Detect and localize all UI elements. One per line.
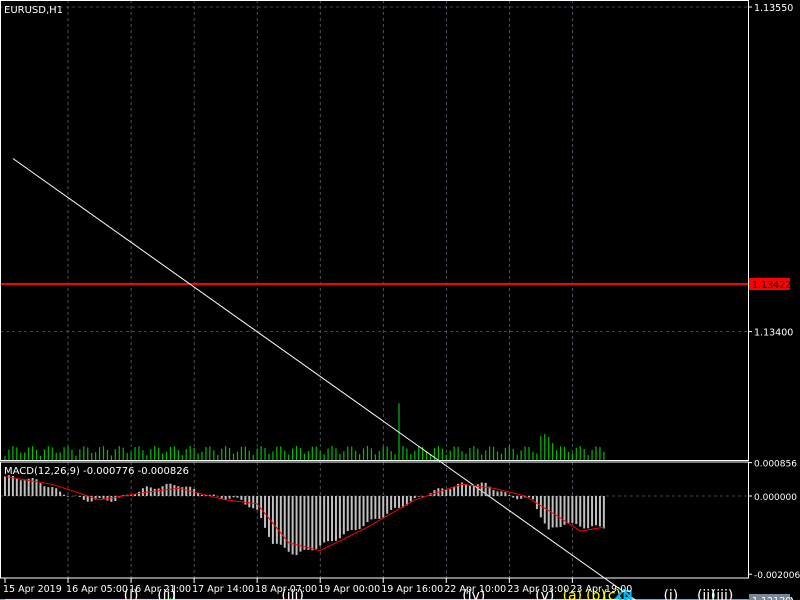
grid-lines — [0, 0, 748, 600]
x-tick-label: 18 Apr 07:00 — [255, 584, 317, 595]
macd-pane — [4, 475, 605, 556]
x-tick-label: 16 Apr 21:00 — [129, 584, 191, 595]
current-price-label: 1.12120 — [752, 596, 791, 600]
y-tick-label: 1.13400 — [754, 328, 793, 339]
x-tick-label: 16 Apr 05:00 — [66, 584, 128, 595]
x-tick-label: 22 Apr 10:00 — [444, 584, 506, 595]
macd-label: MACD(12,26,9) -0.000776 -0.000826 — [4, 466, 189, 477]
price-chart[interactable]: (i) (ii) (iii) (iv) (v) (a) (b)(c) (ii)(i) (iii)… — [0, 0, 800, 600]
x-tick-label: 19 Apr 16:00 — [381, 584, 443, 595]
x-tick-label: 23 Apr 19:00 — [570, 584, 632, 595]
x-tick-label: 19 Apr 00:00 — [318, 584, 380, 595]
macd-y-tick-label: 0.000000 — [754, 493, 797, 503]
x-tick-label: 17 Apr 14:00 — [192, 584, 254, 595]
macd-y-tick-label: -0.002006 — [754, 571, 800, 581]
axes: 15 Apr 2019 16 Apr 05:00 16 Apr 21:00 17 Ap… — [0, 0, 800, 600]
x-tick-label: 23 Apr 03:00 — [507, 584, 569, 595]
volume-bars — [4, 403, 605, 460]
macd-y-tick-label: 0.000856 — [754, 460, 797, 470]
x-tick-label: 15 Apr 2019 — [3, 584, 62, 595]
price-badge-label: 1.13422 — [752, 280, 791, 291]
y-tick-label: 1.13550 — [754, 3, 793, 14]
wave-label: (iii) — [711, 588, 734, 600]
symbol-title: EURUSD,H1 — [4, 5, 63, 16]
wave-label: (i) — [663, 588, 678, 600]
main-pane-frame — [0, 0, 749, 461]
macd-pane-frame — [0, 461, 749, 579]
